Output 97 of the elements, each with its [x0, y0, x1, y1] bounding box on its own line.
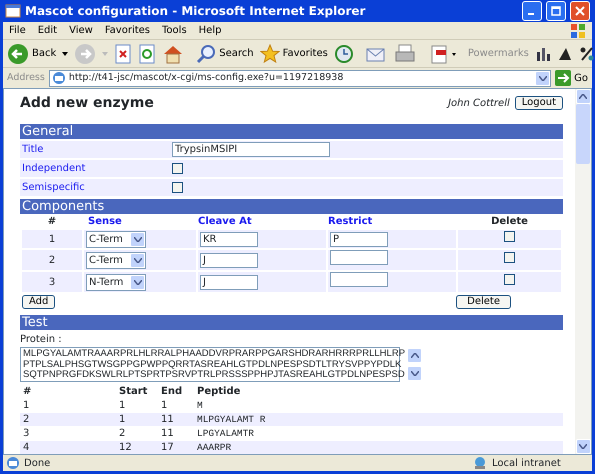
column-header: #	[48, 216, 56, 227]
cleave-at-field[interactable]: KR	[200, 232, 258, 246]
delete-checkbox[interactable]	[504, 274, 515, 285]
intranet-icon	[472, 456, 488, 470]
sense-dropdown[interactable]: N-Term	[86, 274, 146, 290]
window-icon	[5, 3, 21, 19]
search-button[interactable]: Search	[196, 44, 254, 64]
history-icon[interactable]	[334, 44, 354, 64]
back-button[interactable]: Back	[7, 42, 56, 64]
start-cell: 2	[119, 428, 126, 439]
peptide-cell: AAARPR	[197, 442, 232, 453]
page-heading: Add new enzyme	[20, 94, 155, 112]
refresh-icon[interactable]	[138, 44, 156, 64]
peptide-cell: M	[197, 400, 203, 411]
end-cell: 17	[161, 442, 174, 453]
add-button[interactable]: Add	[22, 295, 56, 309]
start-cell: 1	[119, 400, 126, 411]
row-number: 3	[23, 428, 30, 439]
end-cell: 11	[161, 414, 174, 425]
section-header: Test	[20, 315, 563, 330]
section-header: Components	[20, 199, 563, 214]
minimize-button[interactable]	[522, 1, 542, 21]
chart-icon[interactable]	[534, 46, 551, 62]
sense-dropdown[interactable]: C-Term	[86, 252, 146, 268]
menu-item[interactable]: Help	[198, 23, 222, 38]
scroll-up-icon[interactable]	[410, 353, 419, 358]
menu-item[interactable]: Favorites	[104, 23, 150, 38]
end-cell: 1	[161, 400, 168, 411]
cleave-at-field[interactable]: J	[200, 252, 258, 268]
column-header: Restrict	[328, 216, 372, 227]
logout-button[interactable]: Logout	[514, 96, 563, 110]
checkbox[interactable]	[172, 163, 183, 174]
maximize-icon	[551, 6, 561, 16]
close-icon	[575, 6, 585, 16]
row-number: 2	[23, 414, 30, 425]
window-title: Mascot configuration - Microsoft Internet Explorer	[25, 3, 366, 20]
scroll-up-icon[interactable]	[579, 94, 587, 99]
delete-checkbox[interactable]	[504, 252, 515, 263]
sense-dropdown[interactable]: C-Term	[86, 230, 146, 248]
menu-item[interactable]: Tools	[162, 23, 187, 38]
checkbox[interactable]	[172, 182, 183, 193]
address-url: http://t41-jsc/mascot/x-cgi/ms-config.exe?u=1197218938	[68, 70, 344, 85]
zone-label: Local intranet	[492, 456, 562, 470]
stop-icon[interactable]	[114, 44, 132, 64]
page-icon	[6, 456, 20, 470]
section-header: General	[20, 124, 563, 139]
row-number: 3	[48, 276, 56, 288]
column-header: Peptide	[197, 386, 240, 397]
close-button[interactable]	[570, 1, 590, 21]
column-header: Delete	[491, 216, 528, 227]
scrollbar-thumb[interactable]	[576, 104, 590, 164]
windows-logo-icon	[570, 22, 586, 38]
protein-label: Protein :	[20, 333, 63, 347]
go-arrow-icon	[555, 70, 572, 86]
column-header: Cleave At	[198, 216, 252, 227]
peptide-cell: LPGYALAMTR	[197, 428, 254, 439]
end-cell: 11	[161, 428, 174, 439]
restrict-field[interactable]	[330, 250, 388, 265]
menu-item[interactable]: View	[69, 23, 93, 38]
star-icon	[260, 44, 280, 64]
address-label: Address	[7, 70, 45, 85]
delete-button[interactable]: Delete	[456, 295, 511, 309]
scroll-down-icon[interactable]	[579, 444, 587, 449]
column-header: Start	[119, 386, 148, 397]
field-label: Semispecific	[21, 181, 86, 195]
favorites-button[interactable]: Favorites	[260, 44, 328, 64]
row-number: 1	[23, 400, 30, 411]
printer-icon[interactable]	[394, 44, 416, 64]
column-header: #	[23, 386, 32, 397]
column-header: Sense	[88, 216, 122, 227]
start-cell: 12	[119, 442, 132, 453]
field-label: Independent	[21, 162, 86, 176]
menu-item[interactable]: File	[9, 23, 26, 38]
cleave-at-field[interactable]: J	[200, 274, 258, 290]
user-name: John Cottrell	[448, 96, 510, 110]
menu-item[interactable]: Edit	[38, 23, 58, 38]
row-number: 4	[23, 442, 30, 453]
restrict-field[interactable]	[330, 272, 388, 287]
start-cell: 1	[119, 414, 126, 425]
scroll-down-icon[interactable]	[410, 371, 419, 376]
address-field[interactable]: http://t41-jsc/mascot/x-cgi/ms-config.exe?u=1197218938	[48, 70, 552, 86]
page-icon	[52, 71, 66, 85]
home-icon[interactable]	[162, 44, 184, 64]
dropdown-arrow-icon[interactable]	[62, 52, 68, 56]
search-icon	[196, 44, 216, 64]
row-number: 1	[48, 234, 56, 244]
title-field[interactable]: TrypsinMSIPI	[172, 142, 330, 157]
column-header: End	[161, 386, 182, 397]
delete-checkbox[interactable]	[504, 231, 515, 242]
restrict-field[interactable]: P	[330, 232, 388, 246]
go-button[interactable]: Go	[555, 70, 588, 86]
peptide-cell: MLPGYALAMT R	[197, 414, 266, 425]
maximize-button[interactable]	[546, 1, 566, 21]
status-text: Done	[24, 456, 52, 470]
percent-icon[interactable]	[578, 46, 595, 62]
field-label: Title	[21, 143, 44, 157]
row-number: 2	[48, 254, 56, 266]
